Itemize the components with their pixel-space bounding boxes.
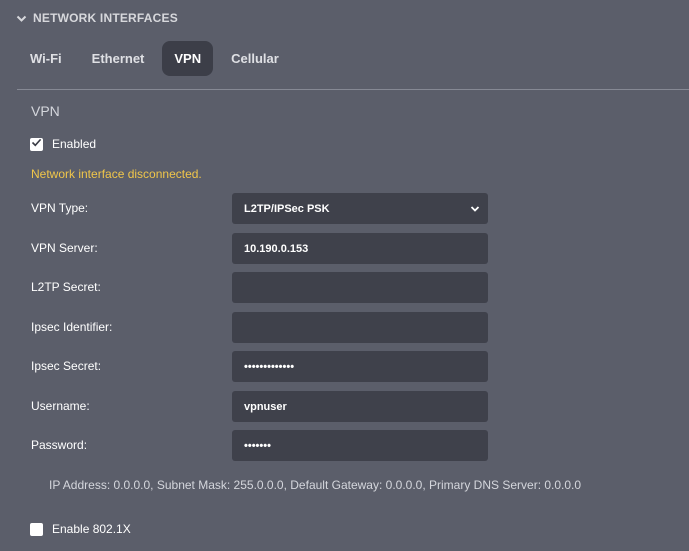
vpn-server-row: VPN Server: 10.190.0.153	[31, 233, 489, 264]
password-label: Password:	[31, 438, 88, 452]
chevron-down-icon	[16, 13, 27, 24]
ipsec-secret-input[interactable]: •••••••••••••	[232, 351, 488, 382]
ipsec-identifier-input[interactable]	[232, 312, 488, 343]
tab-vpn[interactable]: VPN	[162, 41, 214, 76]
tab-ethernet[interactable]: Ethernet	[80, 41, 157, 76]
vpn-type-value: L2TP/IPSec PSK	[244, 202, 330, 215]
password-row: Password: •••••••	[31, 430, 489, 461]
section-header-network-interfaces[interactable]: NETWORK INTERFACES	[16, 10, 178, 26]
tabs-divider	[17, 89, 689, 90]
ip-info-text: IP Address: 0.0.0.0, Subnet Mask: 255.0.…	[49, 478, 582, 492]
ipsec-identifier-row: Ipsec Identifier:	[31, 312, 489, 343]
vpn-server-input[interactable]: 10.190.0.153	[232, 233, 488, 264]
ipsec-secret-row: Ipsec Secret: •••••••••••••	[31, 351, 489, 382]
ipsec-identifier-label: Ipsec Identifier:	[31, 320, 113, 334]
vpn-group-title: VPN	[31, 103, 60, 119]
vpn-type-label: VPN Type:	[31, 201, 89, 215]
enable-8021x-checkbox[interactable]	[30, 522, 43, 536]
l2tp-secret-row: L2TP Secret:	[31, 272, 489, 303]
l2tp-secret-label: L2TP Secret:	[31, 280, 101, 294]
username-label: Username:	[31, 399, 90, 413]
ipsec-secret-label: Ipsec Secret:	[31, 359, 102, 373]
username-input[interactable]: vpnuser	[232, 391, 488, 422]
tab-cellular[interactable]: Cellular	[219, 41, 291, 76]
l2tp-secret-input[interactable]	[232, 272, 488, 303]
interface-tabs: Wi-Fi Ethernet VPN Cellular	[18, 41, 291, 76]
tab-wifi[interactable]: Wi-Fi	[18, 41, 74, 76]
vpn-type-row: VPN Type: L2TP/IPSec PSK	[31, 193, 489, 224]
enabled-checkbox-row[interactable]: Enabled	[30, 136, 96, 152]
password-input[interactable]: •••••••	[232, 430, 488, 461]
enabled-label: Enabled	[52, 137, 97, 151]
username-row: Username: vpnuser	[31, 391, 489, 422]
section-title: NETWORK INTERFACES	[33, 11, 178, 25]
enable-8021x-checkbox-row[interactable]: Enable 802.1X	[30, 521, 131, 537]
vpn-server-label: VPN Server:	[31, 241, 98, 255]
chevron-down-icon	[470, 204, 480, 214]
check-icon	[31, 137, 42, 151]
vpn-type-select[interactable]: L2TP/IPSec PSK	[232, 193, 488, 224]
enabled-checkbox[interactable]	[30, 137, 43, 151]
status-message: Network interface disconnected.	[31, 167, 202, 181]
enable-8021x-label: Enable 802.1X	[52, 522, 131, 536]
